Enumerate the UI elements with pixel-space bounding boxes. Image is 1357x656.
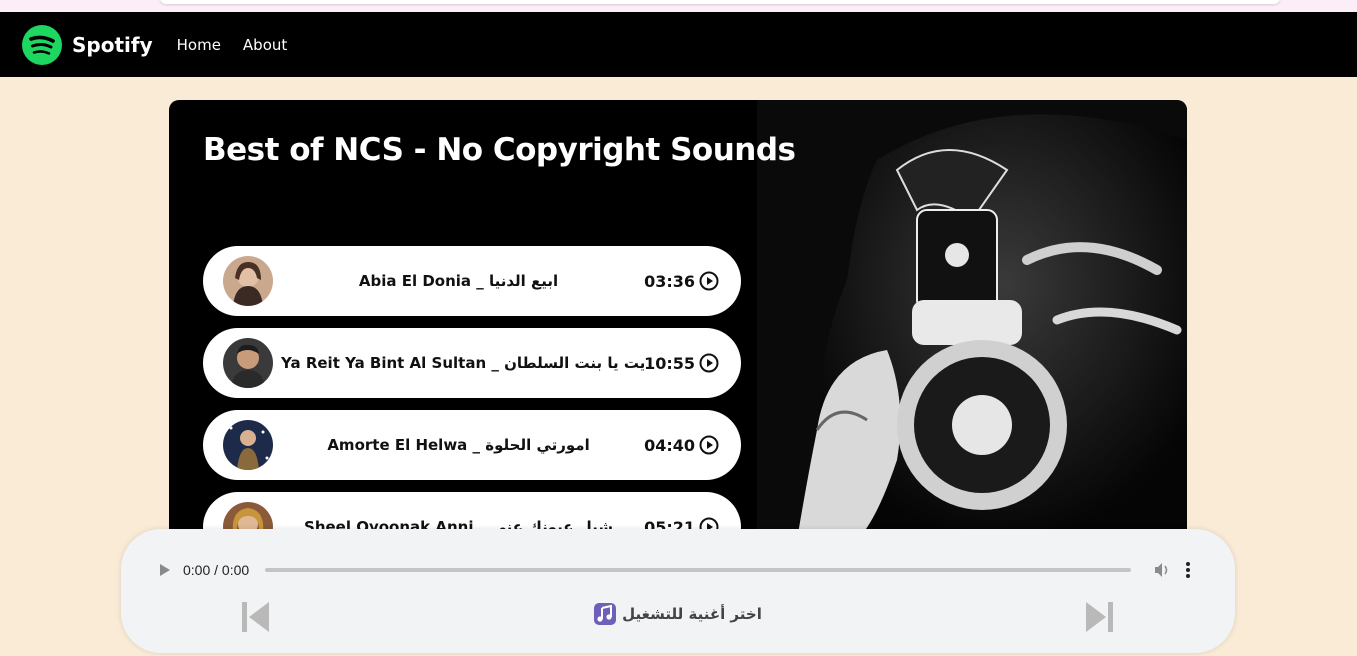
song-name: Abia El Donia _ ابيع الدنيا [358, 272, 559, 290]
song-name: Ya Reit Ya Bint Al Sultan _ يا ريت يا بن… [281, 354, 645, 372]
song-name: Amorte El Helwa _ امورتي الحلوة [327, 436, 590, 454]
volume-icon[interactable] [1153, 561, 1171, 579]
brand-name[interactable]: Spotify [72, 33, 153, 57]
play-circle-icon[interactable] [699, 435, 719, 455]
browser-top-strip [0, 0, 1357, 12]
play-circle-icon[interactable] [699, 353, 719, 373]
next-track-icon[interactable] [1085, 600, 1113, 634]
song-duration: 10:55 [644, 353, 695, 373]
playlist-title: Best of NCS - No Copyright Sounds [203, 132, 796, 168]
audio-player[interactable]: 0:00 / 0:00 [137, 543, 1219, 597]
song-cover [223, 420, 273, 470]
play-icon[interactable] [159, 564, 171, 576]
navbar: Spotify Home About [0, 12, 1357, 77]
spotify-logo-icon[interactable] [22, 24, 62, 65]
song-cover [223, 256, 273, 306]
play-circle-icon[interactable] [699, 271, 719, 291]
audio-progress-track[interactable] [265, 568, 1132, 572]
address-bar[interactable] [160, 0, 1280, 4]
more-options-icon[interactable] [1185, 562, 1191, 578]
song-item[interactable]: Abia El Donia _ ابيع الدنيا 03:36 [203, 246, 741, 316]
song-cover [223, 338, 273, 388]
music-note-icon [594, 603, 617, 625]
now-playing: اختر أغنية للتشغيل [121, 603, 1235, 625]
now-playing-text: اختر أغنية للتشغيل [622, 605, 762, 623]
headphones-photo [757, 100, 1187, 540]
song-duration: 03:36 [644, 271, 695, 291]
nav-link-about[interactable]: About [243, 36, 287, 54]
song-duration: 04:40 [644, 435, 695, 455]
song-item[interactable]: Amorte El Helwa _ امورتي الحلوة 04:40 [203, 410, 741, 480]
player-bar: 0:00 / 0:00 اختر أغنية للتشغيل [121, 529, 1235, 653]
song-item[interactable]: Ya Reit Ya Bint Al Sultan _ يا ريت يا بن… [203, 328, 741, 398]
playlist-container: Best of NCS - No Copyright Sounds Abia E… [169, 100, 1187, 540]
audio-time: 0:00 / 0:00 [183, 562, 250, 578]
nav-link-home[interactable]: Home [177, 36, 221, 54]
